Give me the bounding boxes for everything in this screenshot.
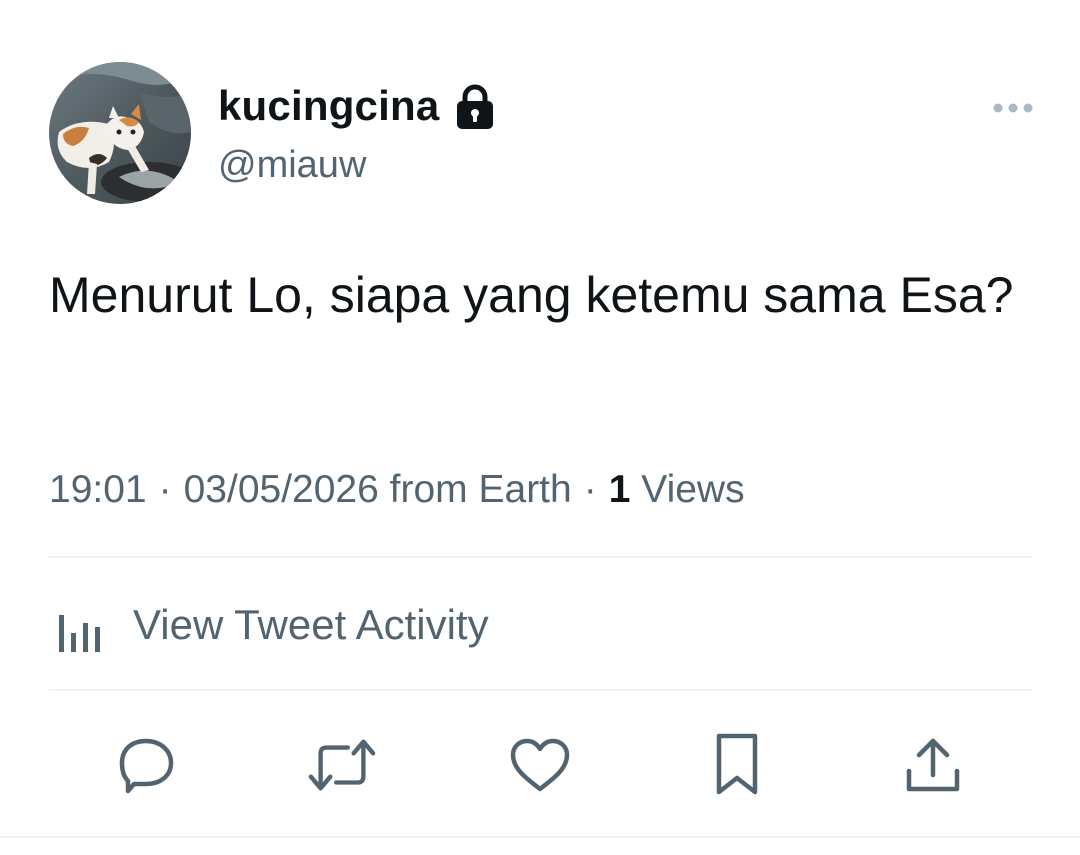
bar-chart-icon	[59, 615, 100, 652]
views-count: 1	[608, 468, 631, 511]
tweet-text: Menurut Lo, siapa yang ketemu sama Esa?	[49, 267, 1014, 323]
display-name[interactable]: kucingcina	[218, 82, 439, 130]
bottom-divider	[0, 836, 1080, 838]
like-button[interactable]	[505, 730, 575, 800]
tweet-source: from Earth	[389, 468, 572, 511]
share-button[interactable]	[898, 730, 968, 800]
more-horizontal-icon	[993, 103, 1033, 113]
meta-separator-2: ·	[583, 468, 597, 511]
view-tweet-activity-button[interactable]: View Tweet Activity	[49, 590, 489, 660]
reply-button[interactable]	[111, 730, 181, 800]
avatar[interactable]	[49, 62, 191, 204]
tweet-time[interactable]: 19:01	[49, 468, 147, 511]
heart-icon	[510, 738, 570, 792]
more-options-button[interactable]	[990, 94, 1036, 122]
lock-icon	[455, 83, 495, 129]
divider	[49, 689, 1032, 691]
meta-separator: ·	[158, 468, 172, 511]
retweet-icon	[308, 739, 376, 791]
bookmark-icon	[716, 733, 758, 795]
reply-icon	[119, 738, 174, 794]
author-name-row[interactable]: kucingcina	[218, 82, 495, 130]
view-tweet-activity-label: View Tweet Activity	[133, 601, 489, 648]
share-icon	[906, 738, 960, 792]
tweet-meta: 19:01 · 03/05/2026 from Earth · 1 Views	[49, 468, 745, 512]
retweet-button[interactable]	[307, 730, 377, 800]
views-label: Views	[641, 468, 745, 511]
bookmark-button[interactable]	[702, 730, 772, 800]
author-handle[interactable]: @miauw	[218, 144, 366, 187]
cat-photo-avatar-image	[49, 62, 191, 204]
tweet-date[interactable]: 03/05/2026	[184, 468, 379, 511]
divider	[49, 556, 1032, 558]
